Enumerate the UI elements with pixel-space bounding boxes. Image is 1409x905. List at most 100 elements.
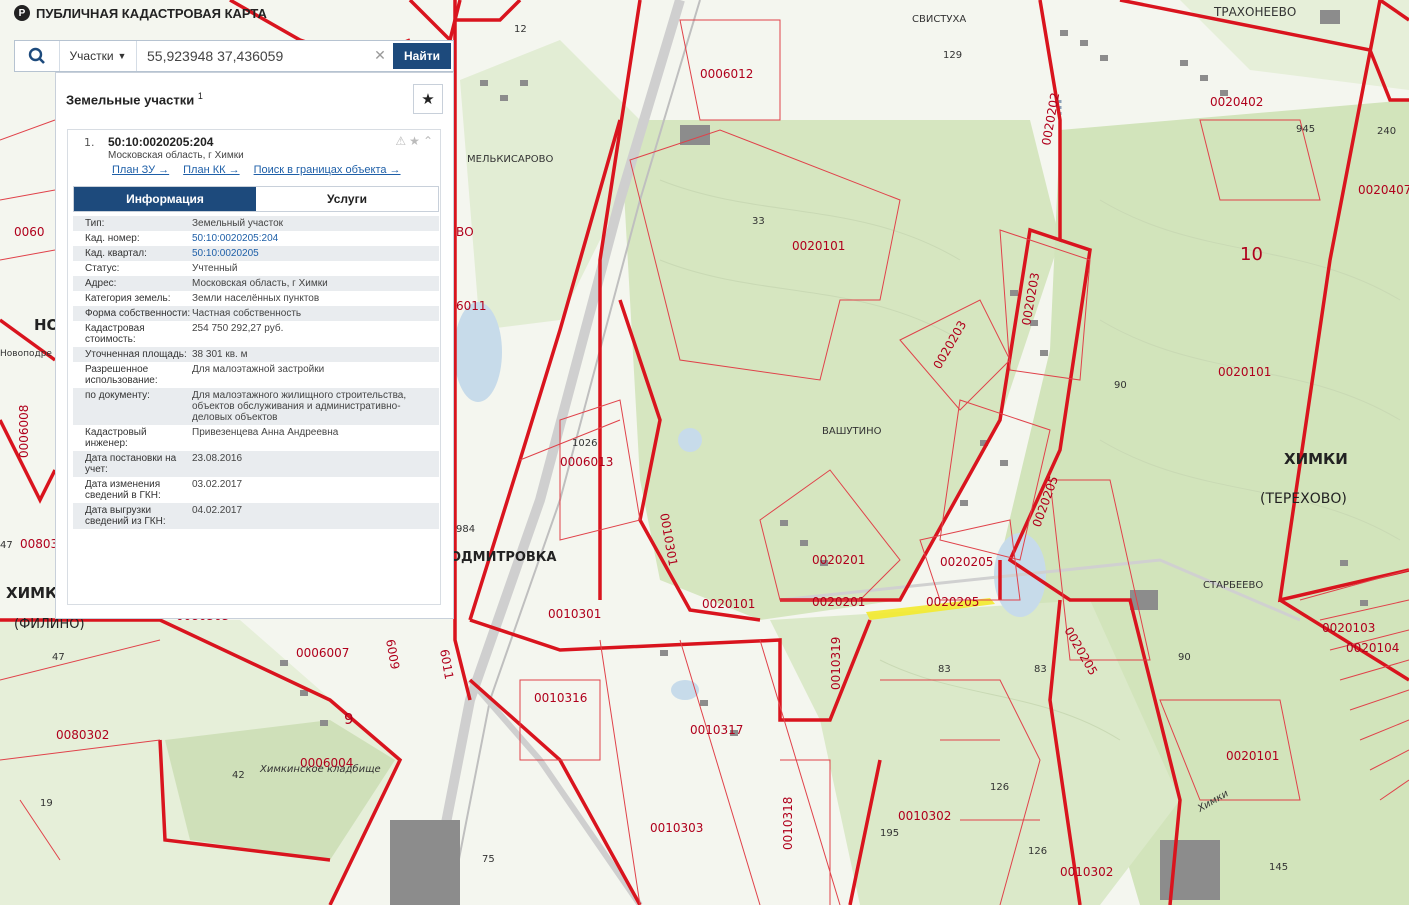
- panel-title: Земельные участки 1: [66, 91, 203, 107]
- search-icon[interactable]: [15, 41, 60, 71]
- svg-text:984: 984: [456, 524, 475, 535]
- svg-text:0010301: 0010301: [548, 607, 601, 621]
- svg-text:240: 240: [1377, 126, 1396, 137]
- svg-text:0020407: 0020407: [1358, 183, 1409, 197]
- svg-text:(ФИЛИНО): (ФИЛИНО): [14, 617, 85, 632]
- svg-text:75: 75: [482, 854, 495, 865]
- svg-text:0020101: 0020101: [1218, 365, 1271, 379]
- info-key: Категория земель:: [85, 293, 171, 304]
- svg-text:(ТЕРЕХОВО): (ТЕРЕХОВО): [1260, 491, 1347, 507]
- svg-text:90: 90: [1114, 380, 1127, 391]
- svg-text:6011: 6011: [456, 299, 487, 313]
- info-row-by-document: по документу: Для малоэтажного жилищного…: [73, 388, 439, 425]
- svg-text:МЕЛЬКИСАРОВО: МЕЛЬКИСАРОВО: [467, 154, 553, 165]
- svg-text:0006008: 0006008: [17, 405, 31, 458]
- result-actions: ⚠★⌃: [395, 134, 436, 148]
- plan-kk-link[interactable]: План КК →: [183, 164, 239, 176]
- svg-text:195: 195: [880, 828, 899, 839]
- svg-text:ВО: ВО: [456, 225, 474, 239]
- info-value: Для малоэтажного жилищного строительства…: [192, 390, 407, 423]
- info-row-type: Тип: Земельный участок: [73, 216, 439, 231]
- svg-text:47: 47: [0, 540, 13, 551]
- svg-text:0020201: 0020201: [812, 553, 865, 567]
- info-row-export-date: Дата выгрузки сведений из ГКН: 04.02.201…: [73, 503, 439, 529]
- result-card: 1. 50:10:0020205:204 Московская область,…: [67, 129, 441, 605]
- logo-icon: Р: [14, 5, 30, 21]
- star-icon[interactable]: ★: [413, 84, 443, 114]
- info-row-cad-value: Кадастровая стоимость: 254 750 292,27 ру…: [73, 321, 439, 347]
- plan-zu-link[interactable]: План ЗУ →: [112, 164, 169, 176]
- svg-text:129: 129: [943, 50, 962, 61]
- svg-text:10: 10: [1240, 244, 1263, 265]
- svg-text:126: 126: [1028, 846, 1047, 857]
- info-key: Адрес:: [85, 278, 117, 289]
- search-input[interactable]: [137, 41, 369, 71]
- info-value-link[interactable]: 50:10:0020205: [192, 248, 439, 259]
- svg-text:0020101: 0020101: [1226, 749, 1279, 763]
- info-key: Кадастровая стоимость:: [85, 323, 145, 345]
- info-value: Для малоэтажной застройки: [192, 364, 325, 375]
- results-panel: Земельные участки 1 ★ 1. 50:10:0020205:2…: [55, 72, 454, 619]
- svg-text:0006013: 0006013: [560, 455, 613, 469]
- star-icon[interactable]: ★: [409, 134, 423, 148]
- info-value: Частная собственность: [192, 308, 302, 319]
- result-count: 1: [197, 90, 203, 101]
- svg-text:0080302: 0080302: [56, 728, 109, 742]
- result-cad-number[interactable]: 50:10:0020205:204: [108, 135, 213, 149]
- result-links: План ЗУ → План КК → Поиск в границах объ…: [112, 164, 401, 176]
- svg-text:33: 33: [752, 216, 765, 227]
- svg-text:126: 126: [990, 782, 1009, 793]
- close-icon[interactable]: ✕: [369, 41, 391, 71]
- svg-text:ОДМИТРОВКА: ОДМИТРОВКА: [450, 550, 557, 565]
- app-title-text: ПУБЛИЧНАЯ КАДАСТРОВАЯ КАРТА: [36, 5, 267, 21]
- svg-text:0020205: 0020205: [926, 595, 979, 609]
- svg-text:1026: 1026: [572, 438, 597, 449]
- svg-text:0020103: 0020103: [1322, 621, 1375, 635]
- info-row-changed-date: Дата изменения сведений в ГКН: 03.02.201…: [73, 477, 439, 503]
- find-button[interactable]: Найти: [391, 41, 453, 71]
- svg-text:0060: 0060: [14, 225, 45, 239]
- svg-text:ТРАХОНЕЕВО: ТРАХОНЕЕВО: [1213, 5, 1296, 19]
- tab-information[interactable]: Информация: [74, 187, 256, 211]
- search-type-label: Участки: [69, 49, 114, 63]
- tab-services[interactable]: Услуги: [256, 187, 438, 211]
- svg-text:9: 9: [344, 710, 354, 728]
- info-row-address: Адрес: Московская область, г Химки: [73, 276, 439, 291]
- info-row-ownership: Форма собственности: Частная собственнос…: [73, 306, 439, 321]
- svg-text:83: 83: [938, 664, 951, 675]
- svg-text:945: 945: [1296, 124, 1315, 135]
- info-value: Учтенный: [192, 263, 238, 274]
- info-value-link[interactable]: 50:10:0020205:204: [192, 233, 439, 244]
- info-key: Тип:: [85, 218, 105, 229]
- info-table: Тип: Земельный участок Кад. номер: 50:10…: [73, 216, 439, 529]
- svg-text:0006007: 0006007: [296, 646, 349, 660]
- info-row-status: Статус: Учтенный: [73, 261, 439, 276]
- svg-text:0010318: 0010318: [781, 797, 795, 850]
- svg-text:СВИСТУХА: СВИСТУХА: [912, 14, 966, 25]
- info-value: 23.08.2016: [192, 453, 243, 464]
- svg-text:0020402: 0020402: [1210, 95, 1263, 109]
- info-key: Кад. номер:: [85, 233, 140, 244]
- info-value: 254 750 292,27 руб.: [192, 323, 284, 334]
- svg-text:145: 145: [1269, 862, 1288, 873]
- svg-text:0020101: 0020101: [792, 239, 845, 253]
- search-type-select[interactable]: Участки ▼: [60, 41, 137, 71]
- info-row-area: Уточненная площадь: 38 301 кв. м: [73, 347, 439, 362]
- info-value: Привезенцева Анна Андреевна: [192, 427, 339, 438]
- svg-text:00803: 00803: [20, 537, 58, 551]
- chevron-up-icon[interactable]: ⌃: [423, 134, 436, 148]
- info-value: 38 301 кв. м: [192, 349, 248, 360]
- search-in-bounds-link[interactable]: Поиск в границах объекта →: [254, 164, 401, 176]
- info-key: Дата постановки на учет:: [85, 453, 177, 475]
- info-row-cad-quarter: Кад. квартал: 50:10:0020205: [73, 246, 439, 261]
- warning-icon[interactable]: ⚠: [395, 134, 409, 148]
- info-key: Дата изменения сведений в ГКН:: [85, 479, 161, 501]
- svg-text:42: 42: [232, 770, 245, 781]
- info-key: по документу:: [85, 390, 150, 401]
- info-row-cad-number: Кад. номер: 50:10:0020205:204: [73, 231, 439, 246]
- panel-title-text: Земельные участки: [66, 92, 195, 108]
- info-value: 03.02.2017: [192, 479, 243, 490]
- svg-text:0010316: 0010316: [534, 691, 587, 705]
- svg-text:47: 47: [52, 652, 65, 663]
- svg-text:0020101: 0020101: [702, 597, 755, 611]
